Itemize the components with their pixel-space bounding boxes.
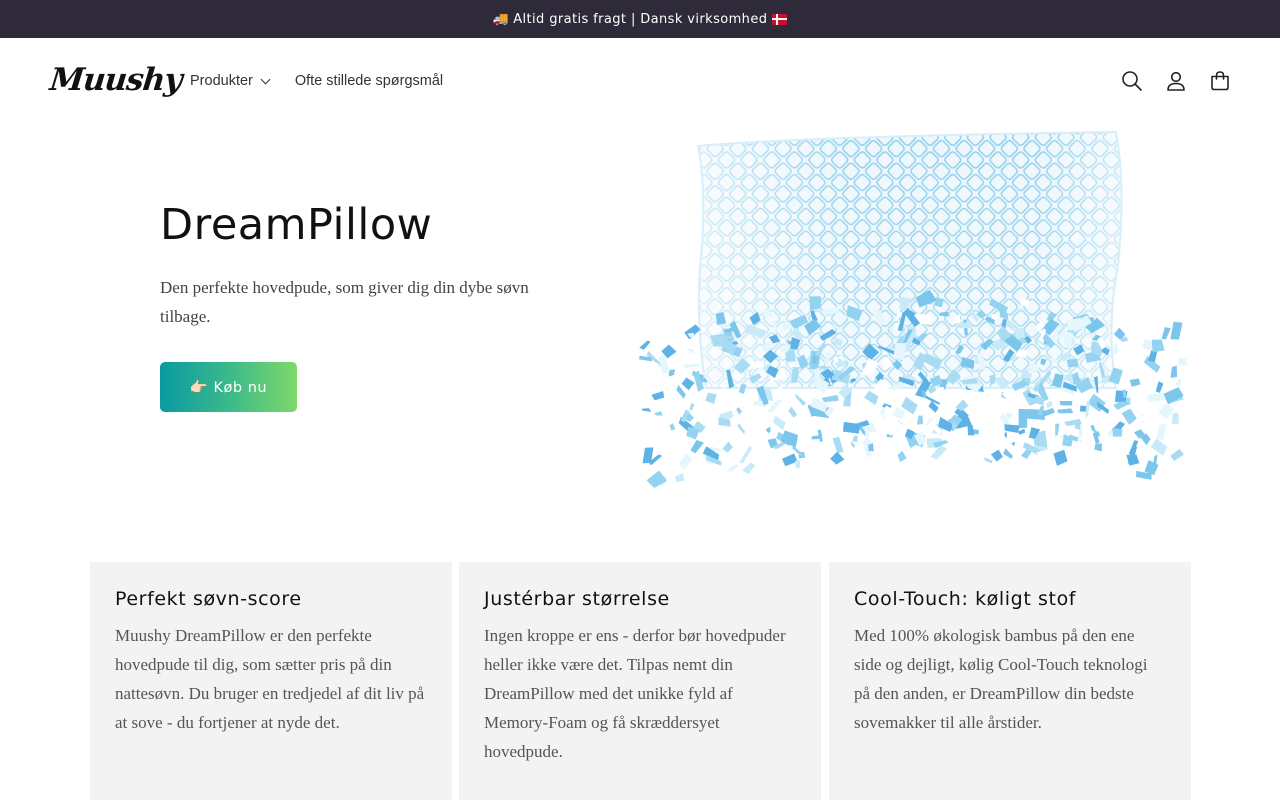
foam-shred — [832, 436, 844, 454]
foam-shred — [1139, 409, 1158, 427]
foam-shred — [1003, 448, 1013, 459]
foam-shred — [852, 435, 858, 442]
foam-shred — [737, 422, 746, 434]
foam-shred — [641, 408, 652, 412]
foam-shred — [1170, 321, 1183, 340]
foam-shred — [781, 453, 798, 467]
foam-shred — [1170, 448, 1185, 462]
header-icons — [1120, 69, 1232, 93]
buy-now-button[interactable]: 👉🏻 Køb nu — [160, 362, 297, 412]
foam-shred — [795, 393, 807, 406]
foam-shred — [1129, 378, 1141, 387]
foam-shred — [640, 378, 651, 386]
chevron-down-icon — [260, 74, 271, 84]
feature-title: Justérbar størrelse — [484, 588, 670, 610]
nav-item-label: Produkter — [190, 73, 253, 89]
foam-shred — [674, 473, 685, 482]
foam-shred — [727, 463, 740, 473]
foam-shred — [1151, 339, 1165, 353]
foam-shred — [765, 426, 771, 434]
foam-shred — [1161, 327, 1171, 340]
feature-text: Muushy DreamPillow er den perfekte hoved… — [115, 626, 425, 732]
foam-shred — [1177, 358, 1188, 366]
danish-flag-icon — [772, 13, 788, 25]
foam-shred — [1123, 370, 1130, 380]
foam-shred — [1170, 365, 1178, 379]
feature-text: Med 100% økologisk bambus på den ene sid… — [854, 626, 1148, 732]
feature-card: Justérbar størrelse Ingen kroppe er ens … — [459, 562, 821, 800]
site-header: Muushy Produkter Ofte stillede spørgsmål — [0, 38, 1280, 126]
foam-shred — [1150, 438, 1168, 456]
foam-shred — [772, 415, 786, 431]
foam-shred — [864, 390, 879, 406]
hero-description: Den perfekte hovedpude, som giver dig di… — [160, 278, 529, 326]
logo[interactable]: Muushy — [48, 62, 183, 98]
foam-shred — [714, 387, 733, 407]
foam-shred — [705, 392, 717, 404]
foam-shred — [739, 445, 753, 464]
foam-shred — [1171, 412, 1179, 425]
foam-shred — [742, 462, 756, 475]
account-icon[interactable] — [1164, 69, 1188, 93]
feature-title: Perfekt søvn-score — [115, 588, 302, 610]
foam-shred — [850, 441, 856, 449]
main-nav: Produkter Ofte stillede spørgsmål — [190, 73, 443, 89]
feature-card: Perfekt søvn-score Muushy DreamPillow er… — [90, 562, 452, 800]
foam-shred — [925, 417, 934, 426]
foam-shred — [852, 406, 863, 415]
foam-shred — [654, 416, 665, 429]
foam-shred — [1175, 378, 1182, 387]
nav-item-faq[interactable]: Ofte stillede spørgsmål — [295, 73, 443, 89]
foam-shred — [1070, 440, 1085, 456]
foam-shred — [1018, 428, 1026, 435]
foam-shred — [990, 449, 1003, 462]
feature-card: Cool-Touch: køligt stof Med 100% økologi… — [829, 562, 1191, 800]
foam-shred — [821, 394, 839, 403]
foam-shred — [1094, 443, 1102, 452]
foam-shred — [1126, 454, 1140, 466]
foam-shred — [690, 439, 704, 454]
foam-shred — [1055, 423, 1060, 437]
nav-item-label: Ofte stillede spørgsmål — [294, 73, 444, 89]
search-icon[interactable] — [1120, 69, 1144, 93]
foam-shred — [651, 391, 665, 401]
foam-shred — [884, 419, 904, 436]
foam-shred — [687, 348, 695, 354]
foam-shred — [1155, 381, 1164, 393]
feature-text: Ingen kroppe er ens - derfor bør hovedpu… — [484, 626, 786, 761]
foam-shred — [639, 340, 651, 350]
foam-shred — [654, 411, 663, 416]
nav-item-produkter[interactable]: Produkter — [190, 73, 271, 89]
pillow-image — [636, 126, 1192, 504]
foam-shred — [669, 423, 676, 431]
foam-shred — [678, 454, 693, 470]
foam-shred — [666, 405, 676, 414]
foam-shred — [864, 404, 884, 421]
foam-shred — [1059, 401, 1073, 406]
foam-shred — [916, 415, 923, 425]
hero-title: DreamPillow — [160, 200, 433, 250]
feature-title: Cool-Touch: køligt stof — [854, 588, 1077, 610]
foam-shred — [795, 460, 801, 469]
announcement-bar: 🚚 Altid gratis fragt | Dansk virksomhed — [0, 0, 1280, 38]
foam-shred — [842, 421, 861, 434]
foam-shred — [1146, 392, 1165, 403]
foam-shred — [897, 450, 907, 463]
foam-shred — [842, 448, 856, 466]
announcement-text: Altid gratis fragt | Dansk virksomhed — [513, 11, 768, 27]
truck-icon: 🚚 — [492, 11, 510, 27]
cart-icon[interactable] — [1208, 69, 1232, 93]
foam-shred — [1057, 408, 1074, 414]
foam-shred — [1113, 344, 1118, 356]
foam-shred — [984, 457, 993, 464]
foam-shred — [788, 406, 798, 418]
foam-shred — [1156, 424, 1167, 441]
foam-shred — [662, 462, 668, 477]
foam-shred — [689, 403, 695, 411]
foam-shred — [1121, 408, 1137, 425]
foam-shred — [1053, 449, 1068, 466]
foam-shred — [1046, 400, 1053, 409]
foam-shred — [830, 451, 845, 465]
